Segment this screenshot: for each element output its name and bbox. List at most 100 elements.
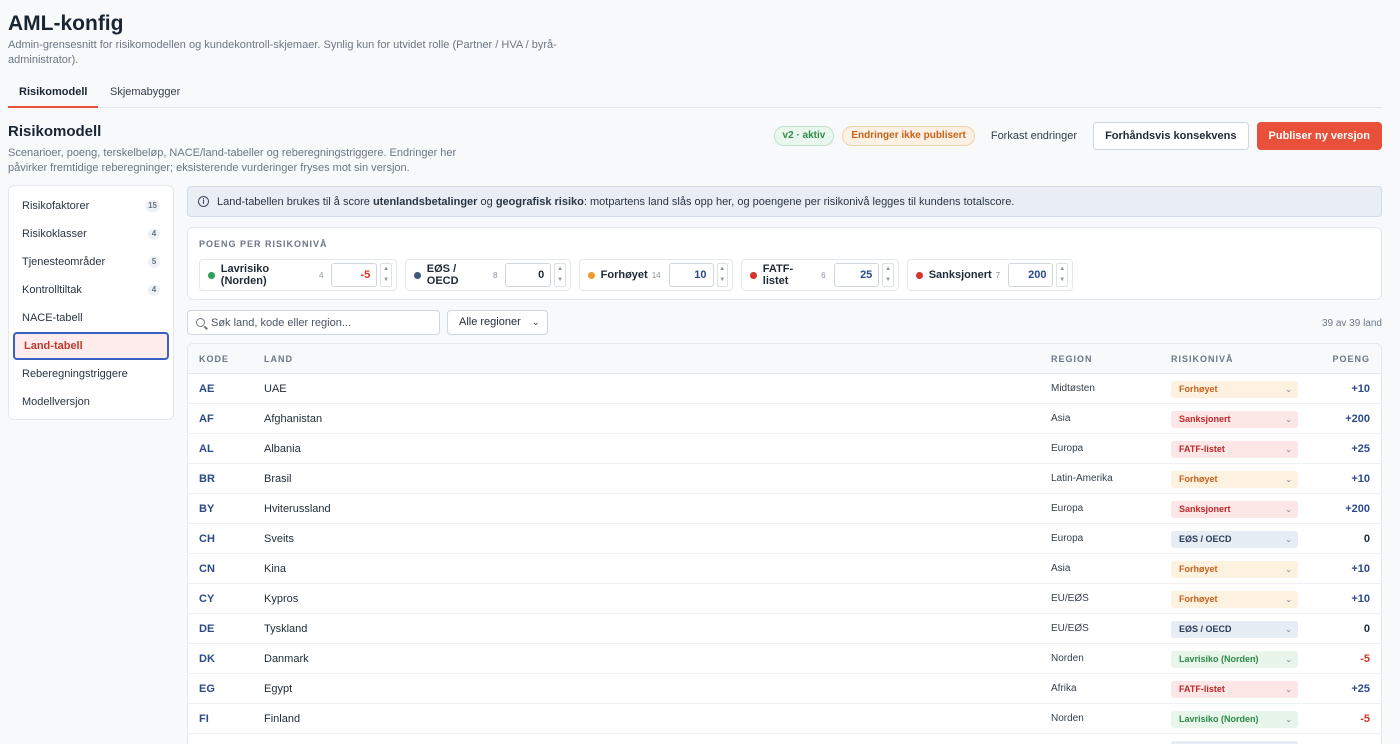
risk-level-select[interactable]: Lavrisiko (Norden) ⌄: [1171, 651, 1298, 668]
country-points: 0: [1363, 533, 1370, 545]
sidebar-item-modellversjon[interactable]: Modellversjon: [13, 388, 169, 416]
sidebar-item-risikofaktorer[interactable]: Risikofaktorer 15: [13, 192, 169, 220]
country-name: Albania: [264, 443, 301, 455]
sidebar-item-label: Tjenesteområder: [22, 256, 106, 268]
risk-level-chip: Sanksjonert 7 200 ▲ ▼: [907, 259, 1073, 291]
table-row[interactable]: DK Danmark Norden Lavrisiko (Norden) ⌄ -5: [188, 644, 1381, 674]
risk-level-chip: EØS / OECD 8 0 ▲ ▼: [405, 259, 571, 291]
info-banner: i Land-tabellen brukes til å score utenl…: [187, 186, 1382, 217]
chevron-down-icon[interactable]: ▼: [555, 275, 565, 286]
chevron-down-icon[interactable]: ▼: [1057, 275, 1067, 286]
tab-skjemabygger[interactable]: Skjemabygger: [99, 78, 191, 108]
sidebar-item-label: Land-tabell: [24, 340, 83, 352]
points-input[interactable]: 0: [505, 263, 552, 287]
discard-changes-button[interactable]: Forkast endringer: [983, 130, 1085, 142]
risk-level-select[interactable]: FATF-listet ⌄: [1171, 681, 1298, 698]
info-icon: i: [198, 196, 209, 207]
sidebar-item-risikoklasser[interactable]: Risikoklasser 4: [13, 220, 169, 248]
risk-level-select[interactable]: Forhøyet ⌄: [1171, 561, 1298, 578]
risk-level-select[interactable]: Sanksjonert ⌄: [1171, 501, 1298, 518]
points-stepper[interactable]: ▲ ▼: [882, 263, 894, 287]
risk-level-select[interactable]: Forhøyet ⌄: [1171, 471, 1298, 488]
country-code: CH: [199, 533, 215, 545]
points-stepper[interactable]: ▲ ▼: [1056, 263, 1068, 287]
status-dot-icon: [588, 271, 595, 279]
table-row[interactable]: CN Kina Asia Forhøyet ⌄ +10: [188, 554, 1381, 584]
search-box[interactable]: [187, 310, 440, 335]
risk-level-select[interactable]: EØS / OECD ⌄: [1171, 531, 1298, 548]
column-header-code[interactable]: KODE: [199, 344, 229, 374]
chevron-up-icon[interactable]: ▲: [718, 264, 727, 275]
sidebar-item-land-tabell[interactable]: Land-tabell: [13, 332, 169, 360]
table-row[interactable]: EG Egypt Afrika FATF-listet ⌄ +25: [188, 674, 1381, 704]
points-input[interactable]: 25: [833, 263, 880, 287]
column-header-region[interactable]: REGION: [1051, 344, 1093, 374]
column-header-land[interactable]: LAND: [264, 344, 293, 374]
chevron-down-icon[interactable]: ▼: [718, 275, 727, 286]
version-badge: v2 · aktiv: [773, 126, 835, 146]
chevron-up-icon[interactable]: ▲: [883, 264, 893, 275]
country-code: FI: [199, 713, 209, 725]
table-header: KODE LAND REGION RISIKONIVÅ POENG: [188, 344, 1381, 374]
country-name: UAE: [264, 383, 287, 395]
chevron-down-icon: ⌄: [1285, 625, 1292, 634]
risk-level-select[interactable]: EØS / OECD ⌄: [1171, 621, 1298, 638]
risk-level-value: Lavrisiko (Norden): [1179, 714, 1259, 724]
column-header-level[interactable]: RISIKONIVÅ: [1171, 344, 1234, 374]
table-row[interactable]: CY Kypros EU/EØS Forhøyet ⌄ +10: [188, 584, 1381, 614]
risk-level-select[interactable]: Lavrisiko (Norden) ⌄: [1171, 711, 1298, 728]
risk-level-name: EØS / OECD: [426, 263, 459, 287]
table-row[interactable]: AL Albania Europa FATF-listet ⌄ +25: [188, 434, 1381, 464]
sidebar-item-kontrolltiltak[interactable]: Kontrolltiltak 4: [13, 276, 169, 304]
sidebar-item-nace-tabell[interactable]: NACE-tabell: [13, 304, 169, 332]
risk-level-value: Lavrisiko (Norden): [1179, 654, 1259, 664]
preview-impact-button[interactable]: Forhåndsvis konsekvens: [1093, 122, 1249, 150]
count-badge: 4: [148, 284, 160, 296]
chevron-down-icon: ⌄: [1285, 715, 1292, 724]
risk-level-select[interactable]: Sanksjonert ⌄: [1171, 411, 1298, 428]
sidebar-item-label: Risikoklasser: [22, 228, 87, 240]
table-row[interactable]: FI Finland Norden Lavrisiko (Norden) ⌄ -5: [188, 704, 1381, 734]
search-input[interactable]: [211, 316, 431, 329]
table-row[interactable]: EØS / OECD⌄: [188, 734, 1381, 744]
points-stepper[interactable]: ▲ ▼: [554, 263, 566, 287]
points-stepper[interactable]: ▲ ▼: [716, 263, 728, 287]
chevron-up-icon[interactable]: ▲: [381, 264, 391, 275]
count-badge: 4: [148, 228, 160, 240]
risk-level-value: Forhøyet: [1179, 564, 1218, 574]
table-row[interactable]: AE UAE Midtøsten Forhøyet ⌄ +10: [188, 374, 1381, 404]
chevron-up-icon[interactable]: ▲: [555, 264, 565, 275]
sidebar-item-label: NACE-tabell: [22, 312, 83, 324]
country-region: Europa: [1051, 443, 1084, 454]
table-row[interactable]: BY Hviterussland Europa Sanksjonert ⌄ +200: [188, 494, 1381, 524]
chevron-up-icon[interactable]: ▲: [1057, 264, 1067, 275]
country-name: Finland: [264, 713, 301, 725]
points-input[interactable]: 200: [1008, 263, 1054, 287]
country-points: +10: [1351, 563, 1370, 575]
sidebar-item-reberegningstriggere[interactable]: Reberegningstriggere: [13, 360, 169, 388]
publish-version-button[interactable]: Publiser ny versjon: [1256, 122, 1382, 150]
chevron-down-icon[interactable]: ▼: [883, 275, 893, 286]
chevron-down-icon[interactable]: ▼: [381, 275, 391, 286]
tab-risikomodell[interactable]: Risikomodell: [8, 78, 99, 108]
column-header-points[interactable]: POENG: [1332, 344, 1370, 374]
table-row[interactable]: BR Brasil Latin-Amerika Forhøyet ⌄ +10: [188, 464, 1381, 494]
risk-level-select[interactable]: Forhøyet ⌄: [1171, 591, 1298, 608]
table-row[interactable]: CH Sveits Europa EØS / OECD ⌄ 0: [188, 524, 1381, 554]
section-subtitle: Scenarioer, poeng, terskelbeløp, NACE/la…: [8, 147, 457, 174]
table-row[interactable]: DE Tyskland EU/EØS EØS / OECD ⌄ 0: [188, 614, 1381, 644]
country-name: Kypros: [264, 593, 299, 605]
country-points: +25: [1351, 683, 1370, 695]
country-points: +25: [1351, 443, 1370, 455]
country-code: AL: [199, 443, 214, 455]
points-stepper[interactable]: ▲ ▼: [380, 263, 392, 287]
country-region: EU/EØS: [1051, 593, 1089, 604]
table-row[interactable]: AF Afghanistan Asia Sanksjonert ⌄ +200: [188, 404, 1381, 434]
risk-level-select[interactable]: FATF-listet ⌄: [1171, 441, 1298, 458]
sidebar-item-tjenesteomrader[interactable]: Tjenesteområder 5: [13, 248, 169, 276]
points-input[interactable]: 10: [668, 263, 714, 287]
region-select[interactable]: Alle regioner ⌄: [447, 310, 548, 335]
risk-level-value: FATF-listet: [1179, 444, 1225, 454]
points-input[interactable]: -5: [331, 263, 378, 287]
risk-level-select[interactable]: Forhøyet ⌄: [1171, 381, 1298, 398]
